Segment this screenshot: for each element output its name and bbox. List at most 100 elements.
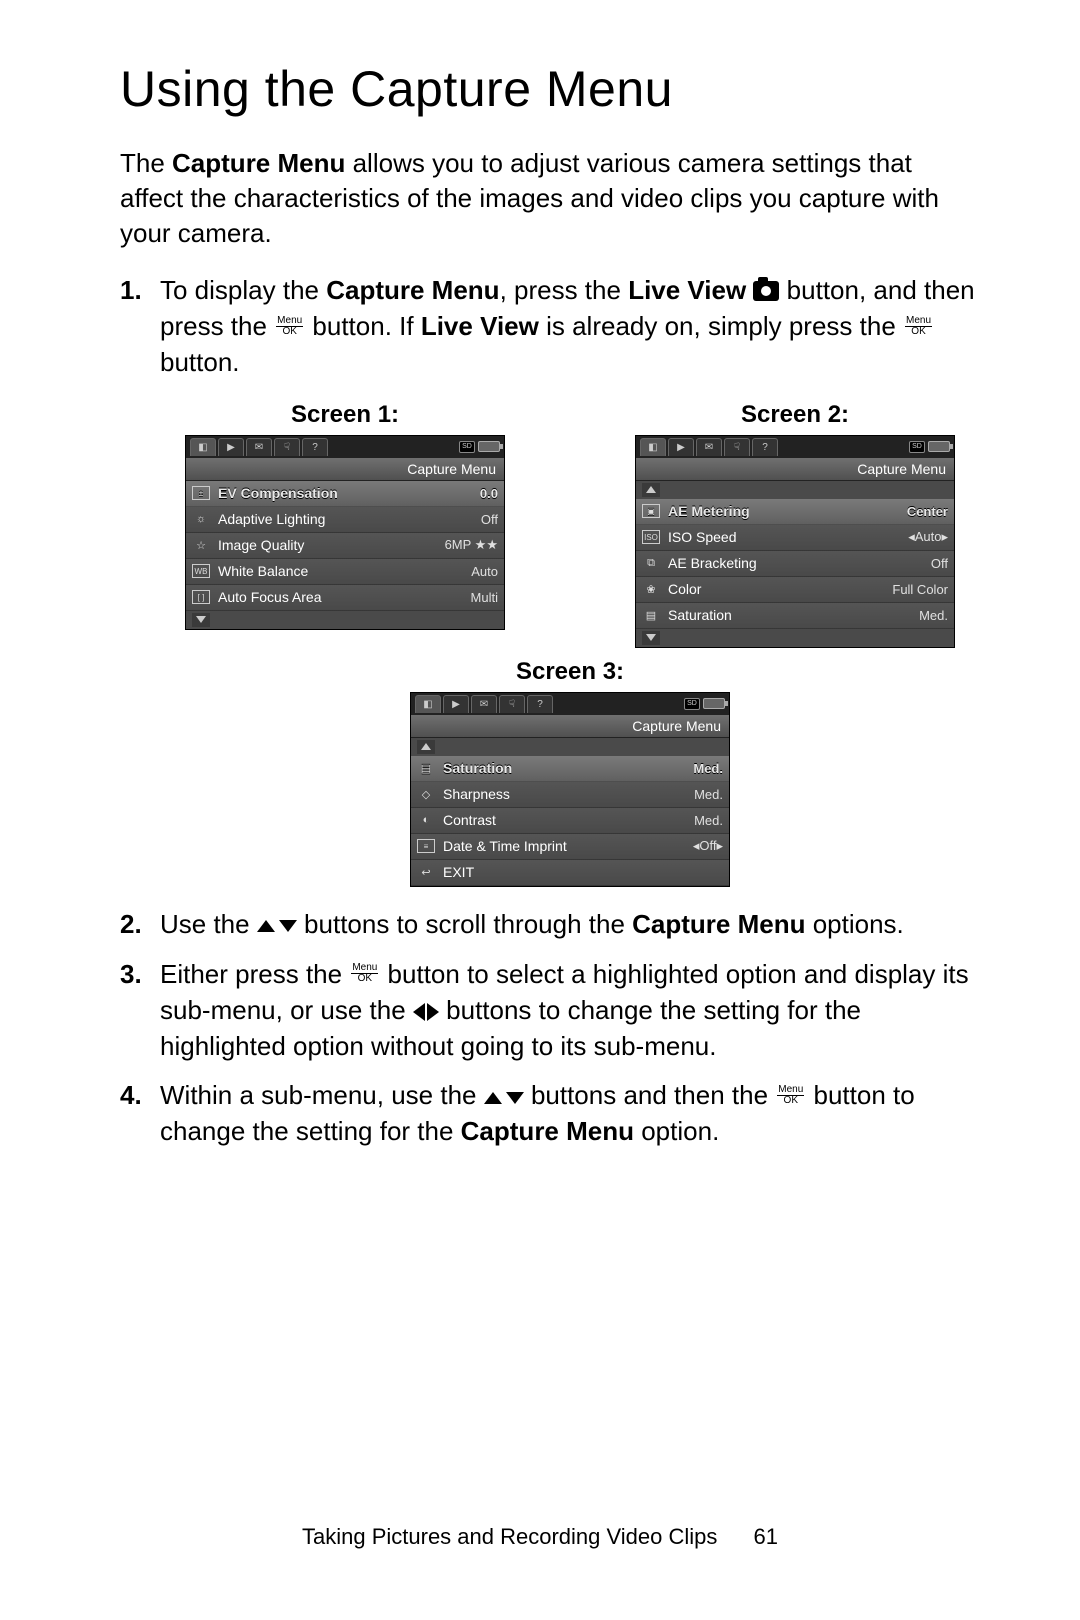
color-icon: ❀	[640, 580, 662, 598]
scroll-down-icon	[642, 631, 660, 645]
menu-row-label: Saturation	[668, 607, 919, 623]
menu-row: [ ]Auto Focus AreaMulti	[186, 585, 504, 611]
menu-row-value: Med.	[694, 813, 723, 828]
sat-icon: ▤	[415, 759, 437, 777]
text: is already on, simply press the	[539, 311, 903, 341]
menu-row: ± EV Compensation0.0	[186, 481, 504, 507]
menu-row-label: AE Metering	[668, 503, 907, 519]
status-area: SD	[459, 441, 500, 453]
menu-row-value: Auto	[471, 564, 498, 579]
screen-label: Screen 1:	[160, 401, 530, 429]
left-right-arrows-icon	[413, 1003, 439, 1021]
status-area: SD	[909, 441, 950, 453]
ev-icon: ±	[190, 484, 212, 502]
intro-paragraph: The Capture Menu allows you to adjust va…	[120, 146, 980, 251]
meter-icon: ▣	[640, 502, 662, 520]
text: Either press the	[160, 959, 349, 989]
step-number: 4.	[120, 1078, 160, 1150]
scroll-up-icon	[417, 740, 435, 754]
tab-help-icon: ?	[302, 438, 328, 456]
footer-section: Taking Pictures and Recording Video Clip…	[302, 1524, 717, 1549]
text: buttons and then the	[524, 1080, 776, 1110]
menu-title: Capture Menu	[636, 458, 954, 481]
up-down-arrows-icon	[484, 1092, 524, 1104]
step-2: 2. Use the buttons to scroll through the…	[120, 907, 980, 943]
afarea-icon: [ ]	[190, 588, 212, 606]
step-number: 3.	[120, 957, 160, 1065]
status-area: SD	[684, 698, 725, 710]
star-icon: ☆	[190, 536, 212, 554]
menu-row: ☆ Image Quality6MP ★★	[186, 533, 504, 559]
menu-row-value: ◂Auto▸	[908, 529, 948, 545]
battery-icon	[703, 698, 725, 709]
camera-screen-1: ◧▶✉☟?SDCapture Menu±EV Compensation0.0☼A…	[185, 435, 505, 630]
menu-row-label: Sharpness	[443, 786, 694, 802]
screen-label: Screen 2:	[610, 401, 980, 429]
iso-icon: ISO	[640, 528, 662, 546]
text: options.	[805, 909, 903, 939]
text: buttons to scroll through the	[297, 909, 632, 939]
battery-icon	[928, 441, 950, 452]
text-bold: Capture Menu	[632, 909, 805, 939]
menu-row-label: Saturation	[443, 760, 693, 776]
menu-row-value: 6MP ★★	[445, 537, 498, 553]
camera-screen-3: ◧▶✉☟?SDCapture Menu▤SaturationMed.◇Sharp…	[410, 692, 730, 887]
step-number: 1.	[120, 273, 160, 381]
menu-row-value: 0.0	[480, 486, 498, 501]
menu-row: ≡Date & Time Imprint◂Off▸	[411, 834, 729, 860]
menu-row-value: Med.	[919, 608, 948, 623]
menu-row-value: Multi	[471, 590, 498, 605]
menu-row-value: ◂Off▸	[693, 838, 723, 854]
tab-bar: ◧▶✉☟?SD	[411, 693, 729, 715]
menu-row: ◇SharpnessMed.	[411, 782, 729, 808]
text: The	[120, 148, 172, 178]
contrast-icon: ◐	[415, 811, 437, 829]
tab-play-icon: ▶	[218, 438, 244, 456]
screen-label: Screen 3:	[516, 658, 624, 686]
menu-row-label: EV Compensation	[218, 485, 480, 501]
scroll-up-icon	[642, 483, 660, 497]
tab-hand-icon: ☟	[274, 438, 300, 456]
menu-row-label: AE Bracketing	[668, 555, 931, 571]
sd-icon: SD	[684, 698, 700, 710]
menu-row-label: EXIT	[443, 864, 723, 880]
screens-grid: Screen 1: ◧ ▶ ✉ ☟? SD Capture Menu ± EV Compens…	[160, 401, 980, 887]
menu-row: ⧉AE BracketingOff	[636, 551, 954, 577]
text-bold: Live View	[628, 275, 746, 305]
battery-icon	[478, 441, 500, 452]
sd-icon: SD	[459, 441, 475, 453]
menu-row-label: Contrast	[443, 812, 694, 828]
camera-screen-2: ◧▶✉☟?SDCapture Menu▣AE MeteringCenterISO…	[635, 435, 955, 648]
menu-row-value: Med.	[694, 787, 723, 802]
step-3: 3. Either press the MenuOK button to sel…	[120, 957, 980, 1065]
tab-hand-icon: ☟	[499, 695, 525, 713]
wb-icon: WB	[190, 562, 212, 580]
sun-icon: ☼	[190, 510, 212, 528]
tab-mail-icon: ✉	[696, 438, 722, 456]
sat-icon: ▤	[640, 606, 662, 624]
text: To display the	[160, 275, 326, 305]
tab-camera-icon: ◧	[640, 438, 666, 456]
page-title: Using the Capture Menu	[120, 60, 980, 118]
text-bold: Capture Menu	[461, 1116, 634, 1146]
sd-icon: SD	[909, 441, 925, 453]
text: Use the	[160, 909, 257, 939]
menu-row-label: Color	[668, 581, 892, 597]
menu-row: WBWhite BalanceAuto	[186, 559, 504, 585]
menu-title: Capture Menu	[411, 715, 729, 738]
menu-row: ↩EXIT	[411, 860, 729, 886]
menu-row: ◐ ContrastMed.	[411, 808, 729, 834]
aeb-icon: ⧉	[640, 554, 662, 572]
text	[746, 275, 753, 305]
menu-ok-icon: MenuOK	[349, 963, 380, 984]
menu-row-value: Med.	[693, 761, 723, 776]
menu-ok-icon: MenuOK	[903, 316, 934, 337]
tab-help-icon: ?	[527, 695, 553, 713]
tab-help-icon: ?	[752, 438, 778, 456]
text: , press the	[500, 275, 629, 305]
text-bold: Live View	[421, 311, 539, 341]
menu-row: ▤ SaturationMed.	[636, 603, 954, 629]
step-4: 4. Within a sub-menu, use the buttons an…	[120, 1078, 980, 1150]
menu-row-label: Date & Time Imprint	[443, 838, 693, 854]
menu-row-label: Image Quality	[218, 537, 445, 553]
